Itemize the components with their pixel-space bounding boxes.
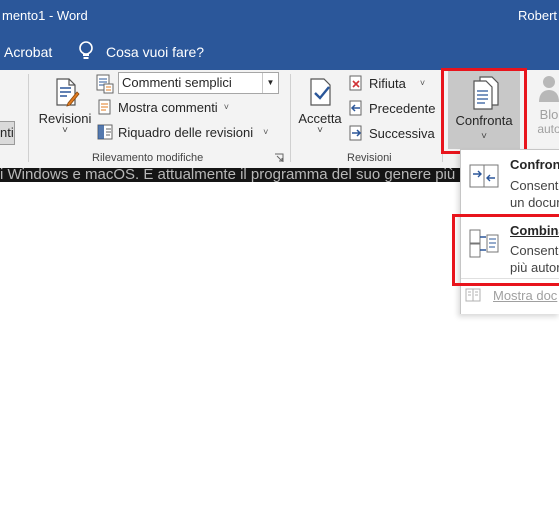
- markup-display-value: Commenti semplici: [122, 75, 232, 90]
- reject-icon: [349, 75, 362, 91]
- user-name[interactable]: Robert: [518, 8, 557, 23]
- markup-display-select[interactable]: Commenti semplici ▼: [118, 72, 279, 94]
- group-separator: [290, 74, 291, 162]
- track-changes-button[interactable]: Revisioni ˅: [38, 72, 92, 136]
- lightbulb-icon[interactable]: [78, 40, 94, 62]
- dropdown-arrow-icon[interactable]: ▼: [262, 73, 278, 93]
- cut-button-label: nti: [0, 125, 14, 140]
- compare-item-title: Confronta: [510, 157, 559, 172]
- block-label-line2: auto: [537, 122, 559, 136]
- show-comments-button[interactable]: Mostra commenti ˅: [97, 99, 229, 115]
- compare-item-desc-1: Consente: [510, 178, 559, 193]
- reviewing-pane-icon: [97, 124, 113, 140]
- accept-label: Accetta: [298, 111, 342, 126]
- track-changes-icon: [56, 78, 80, 107]
- accept-button[interactable]: Accetta ˅: [296, 72, 344, 136]
- reject-label: Rifiuta: [369, 75, 406, 91]
- group-separator: [28, 74, 29, 162]
- show-source-documents-icon: [465, 288, 481, 302]
- block-label-line1: Blo: [539, 107, 559, 122]
- compare-item-desc-2: un docum: [510, 195, 559, 210]
- chevron-down-icon: ˅: [263, 127, 269, 137]
- previous-change-label: Precedente: [369, 100, 436, 116]
- highlight-combine: [452, 214, 559, 286]
- title-bar: mento1 - Word Robert: [0, 0, 559, 34]
- menu-item-compare[interactable]: Confronta Consente un docum: [461, 150, 559, 214]
- next-change-label: Successiva: [369, 125, 435, 141]
- person-icon: [539, 76, 559, 102]
- highlight-compare: [441, 68, 527, 154]
- show-documents-label: Mostra doc: [493, 288, 558, 303]
- chevron-down-icon: ˅: [419, 78, 426, 88]
- reject-button[interactable]: Rifiuta ˅: [348, 75, 425, 91]
- next-icon: [349, 125, 362, 141]
- block-authors-button[interactable]: Blo auto: [534, 74, 559, 136]
- accept-icon: [310, 78, 331, 106]
- tracking-group-label: Rilevamento modifiche: [92, 152, 204, 164]
- revisions-group-label: Revisioni: [347, 152, 392, 164]
- markup-view-icon: [96, 74, 114, 94]
- tab-acrobat[interactable]: Acrobat: [4, 44, 52, 60]
- menu-item-show-documents[interactable]: Mostra doc: [465, 288, 557, 303]
- show-comments-label: Mostra commenti: [118, 99, 218, 115]
- reviewing-pane-button[interactable]: Riquadro delle revisioni ˅: [97, 124, 268, 140]
- chevron-down-icon: ˅: [223, 102, 229, 112]
- chevron-down-icon: ˅: [62, 125, 68, 136]
- show-comments-button-partial[interactable]: nti: [0, 121, 15, 145]
- chevron-down-icon: ˅: [317, 125, 323, 136]
- menu-bar: Acrobat Cosa vuoi fare?: [0, 34, 559, 70]
- compare-documents-icon: [469, 164, 499, 188]
- document-comments-icon: [98, 99, 111, 115]
- dialog-launcher-icon[interactable]: [274, 153, 284, 163]
- previous-icon: [349, 100, 362, 116]
- track-changes-label: Revisioni: [38, 111, 92, 126]
- document-text-line: i Windows e macOS. È attualmente il prog…: [0, 168, 460, 182]
- reviewing-pane-label: Riquadro delle revisioni: [118, 124, 254, 140]
- window-title: mento1 - Word: [2, 8, 88, 23]
- next-change-button[interactable]: Successiva: [348, 125, 435, 141]
- previous-change-button[interactable]: Precedente: [348, 100, 436, 116]
- tell-me-search[interactable]: Cosa vuoi fare?: [106, 44, 204, 60]
